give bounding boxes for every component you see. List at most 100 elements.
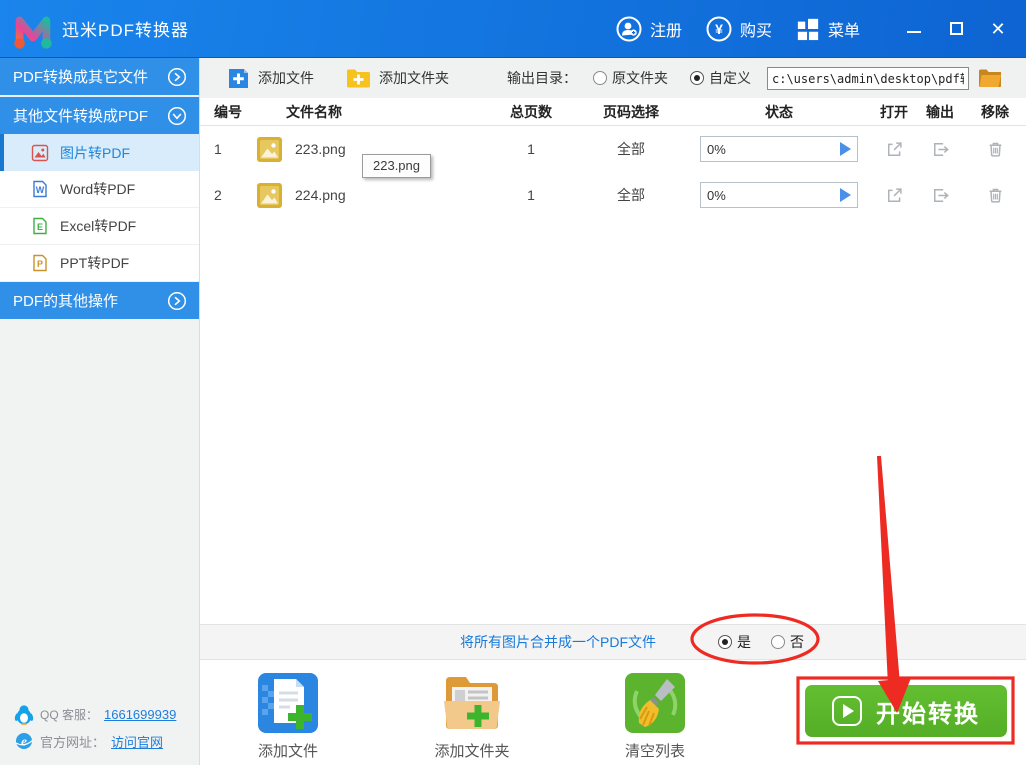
browse-folder-icon[interactable]: [978, 68, 1002, 88]
sidebar-item-ppt-to-pdf[interactable]: P PPT转PDF: [0, 245, 199, 282]
start-convert-button[interactable]: 开始转换: [805, 685, 1007, 737]
col-pages: 总页数: [510, 103, 552, 120]
sidebar-item-word-to-pdf[interactable]: W Word转PDF: [0, 171, 199, 208]
buy-button[interactable]: ¥ 购买: [698, 10, 780, 48]
merge-yes-label: 是: [737, 634, 751, 650]
delete-row-icon[interactable]: [987, 187, 1004, 204]
sidebar-section-other-to-pdf[interactable]: 其他文件转换成PDF: [0, 97, 199, 134]
output-file-icon[interactable]: [932, 141, 949, 158]
row-play-icon[interactable]: [840, 142, 851, 156]
col-remove: 移除: [981, 103, 1009, 120]
image-file-icon: [31, 144, 49, 161]
output-path-input[interactable]: [767, 66, 969, 90]
chevron-down-circle-icon: [167, 106, 187, 125]
sidebar-section-pdf-ops[interactable]: PDF的其他操作: [0, 282, 199, 319]
radio-original-circle[interactable]: [593, 71, 607, 85]
ppt-file-icon: P: [33, 254, 47, 272]
merge-no-circle[interactable]: [771, 635, 785, 649]
sidebar-item-label: Word转PDF: [60, 181, 136, 197]
col-name: 文件名称: [286, 103, 342, 120]
add-folder-icon: [347, 69, 370, 87]
page-select-value[interactable]: 全部: [576, 185, 686, 205]
sidebar-item-label: 图片转PDF: [60, 144, 130, 161]
qq-number-link[interactable]: 1661699939: [104, 707, 176, 722]
add-folder-button[interactable]: 添加文件夹: [346, 68, 449, 89]
menu-grid-icon: [797, 18, 819, 40]
table-header: 编号 文件名称 总页数 页码选择 状态 打开 输出 移除: [200, 98, 1026, 126]
main-panel: 添加文件 添加文件夹 输出目录： 原文件夹 自定义 c:\users\admin…: [200, 58, 1026, 765]
section-label: PDF的其他操作: [13, 293, 119, 310]
file-name: 224.png: [295, 187, 346, 203]
clear-list-big-button[interactable]: 清空列表: [600, 671, 710, 761]
radio-original-folder[interactable]: 原文件夹: [593, 68, 668, 88]
section-label: 其他文件转换成PDF: [13, 108, 149, 125]
png-thumbnail-icon: [257, 136, 282, 162]
svg-text:E: E: [37, 222, 43, 232]
total-pages: 1: [527, 187, 535, 203]
chevron-right-circle-icon: [167, 67, 187, 86]
row-number: 2: [214, 187, 222, 203]
start-play-icon: [832, 696, 862, 726]
menu-button[interactable]: 菜单: [788, 11, 868, 47]
merge-no-label: 否: [790, 634, 804, 650]
merge-yes-circle[interactable]: [718, 635, 732, 649]
table-row[interactable]: 1 223.png 1 全部 0%: [200, 126, 1026, 172]
open-file-icon[interactable]: [886, 141, 903, 158]
chevron-right-circle-icon: [167, 291, 187, 310]
delete-row-icon[interactable]: [987, 141, 1004, 158]
col-output: 输出: [926, 103, 954, 120]
sidebar-section-pdf-to-other[interactable]: PDF转换成其它文件: [0, 58, 199, 95]
add-folder-big-label: 添加文件夹: [434, 743, 510, 760]
add-file-label: 添加文件: [258, 70, 314, 86]
app-logo-icon: [14, 16, 52, 49]
ie-browser-icon: e: [15, 733, 33, 749]
qq-label: QQ 客服：: [40, 708, 99, 722]
sidebar: PDF转换成其它文件 其他文件转换成PDF 图片转PDF W Word转PDF …: [0, 58, 200, 765]
add-file-big-button[interactable]: 添加文件: [233, 671, 343, 761]
minimize-button[interactable]: [906, 21, 922, 37]
merge-label: 将所有图片合并成一个PDF文件: [460, 634, 656, 650]
minimize-icon: [907, 24, 921, 33]
site-label: 官方网址：: [40, 734, 106, 750]
add-file-big-icon: [258, 673, 318, 733]
add-folder-big-button[interactable]: 添加文件夹: [417, 671, 527, 761]
filename-tooltip: 223.png: [362, 154, 431, 178]
add-file-button[interactable]: 添加文件: [227, 67, 314, 90]
radio-custom-folder[interactable]: 自定义: [690, 68, 751, 88]
svg-text:e: e: [21, 734, 27, 749]
sidebar-footer: QQ 客服： 1661699939 e 官方网址： 访问官网: [14, 704, 176, 751]
register-label: 注册: [649, 22, 682, 40]
svg-text:P: P: [37, 259, 43, 269]
page-select-value[interactable]: 全部: [576, 139, 686, 159]
radio-original-label: 原文件夹: [612, 70, 668, 86]
radio-custom-circle[interactable]: [690, 71, 704, 85]
progress-value: 0%: [707, 141, 726, 157]
output-file-icon[interactable]: [932, 187, 949, 204]
start-convert-label: 开始转换: [876, 700, 980, 728]
register-button[interactable]: 注册: [608, 10, 690, 48]
merge-option-bar: 将所有图片合并成一个PDF文件 是 否: [200, 624, 1026, 660]
word-file-icon: W: [33, 180, 47, 198]
official-site-link[interactable]: 访问官网: [111, 732, 163, 751]
open-file-icon[interactable]: [886, 187, 903, 204]
maximize-icon: [949, 22, 963, 35]
maximize-button[interactable]: [948, 21, 964, 37]
sidebar-item-label: PPT转PDF: [60, 255, 130, 271]
app-title: 迅米PDF转换器: [62, 21, 189, 40]
table-row[interactable]: 2 224.png 1 全部 0%: [200, 172, 1026, 218]
merge-yes-radio[interactable]: 是: [718, 632, 751, 652]
col-open: 打开: [880, 103, 908, 120]
col-status: 状态: [765, 103, 793, 120]
register-user-icon: [616, 16, 642, 41]
close-icon: ✕: [990, 18, 1006, 39]
top-toolbar: 添加文件 添加文件夹 输出目录： 原文件夹 自定义: [200, 58, 1026, 98]
radio-custom-label: 自定义: [709, 70, 751, 86]
row-number: 1: [214, 141, 222, 157]
svg-text:W: W: [36, 185, 45, 195]
add-folder-big-icon: [444, 677, 500, 729]
sidebar-item-image-to-pdf[interactable]: 图片转PDF: [0, 134, 199, 171]
row-play-icon[interactable]: [840, 188, 851, 202]
close-button[interactable]: ✕: [990, 18, 1006, 39]
sidebar-item-excel-to-pdf[interactable]: E Excel转PDF: [0, 208, 199, 245]
merge-no-radio[interactable]: 否: [771, 632, 804, 652]
